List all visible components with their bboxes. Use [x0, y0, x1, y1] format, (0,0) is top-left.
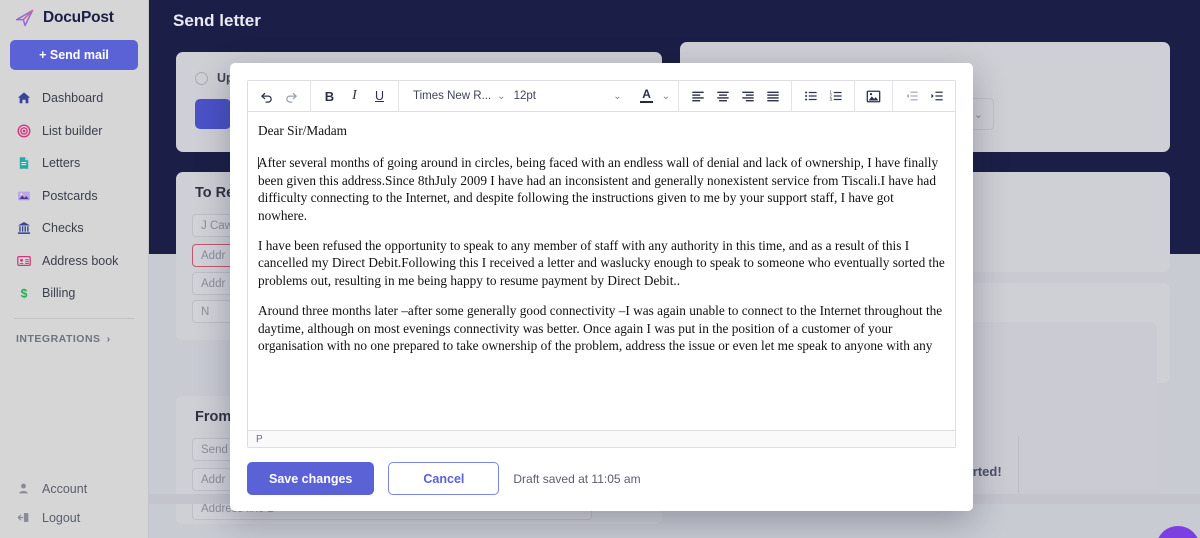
align-right-icon[interactable]	[735, 81, 760, 112]
outdent-icon[interactable]	[899, 81, 924, 112]
editor-statusbar: P	[248, 430, 955, 447]
text-color-button[interactable]: A	[638, 86, 656, 104]
insert-image-icon[interactable]	[861, 81, 886, 112]
sidebar-item-billing[interactable]: $ Billing	[0, 277, 148, 310]
font-group: Times New R... ⌄ 12pt ⌄ A ⌄	[399, 81, 679, 111]
app-root: Send letter Up To Re J Caw Addr Addr N F…	[0, 0, 1200, 538]
integrations-label: INTEGRATIONS	[16, 332, 101, 345]
underline-label: U	[374, 89, 385, 103]
rich-text-editor-modal: B I U Times New R... ⌄ 12pt ⌄ A ⌄ 1 2 3 …	[230, 63, 973, 511]
redo-icon[interactable]	[279, 81, 304, 112]
sidebar-item-checks[interactable]: Checks	[0, 212, 148, 245]
sidebar-item-logout[interactable]: Logout	[0, 503, 148, 532]
bank-icon	[16, 221, 31, 236]
sidebar-item-label: Checks	[42, 221, 84, 236]
font-size-value: 12pt	[513, 90, 536, 102]
sidebar-item-label: Billing	[42, 286, 76, 301]
dollar-icon: $	[16, 286, 31, 301]
align-justify-icon[interactable]	[760, 81, 785, 112]
align-center-icon[interactable]	[710, 81, 735, 112]
font-family-select[interactable]: Times New R... ⌄	[413, 81, 514, 112]
sidebar-item-label: Account	[42, 481, 88, 496]
chevron-down-icon: ⌄	[973, 109, 983, 121]
sidebar-item-integrations[interactable]: INTEGRATIONS ›	[0, 319, 148, 345]
sidebar-item-label: Address book	[42, 253, 119, 268]
sidebar: DocuPost + Send mail Dashboard List buil…	[0, 0, 149, 538]
panel-divider	[1018, 436, 1019, 502]
sidebar-item-list-builder[interactable]: List builder	[0, 115, 148, 148]
text-color-dropdown[interactable]: ⌄	[656, 81, 678, 112]
save-changes-button[interactable]: Save changes	[247, 462, 375, 495]
editor-toolbar: B I U Times New R... ⌄ 12pt ⌄ A ⌄ 1 2 3	[248, 81, 955, 112]
italic-label: I	[352, 88, 357, 103]
upload-file-button[interactable]	[195, 99, 231, 129]
align-left-icon[interactable]	[685, 81, 710, 112]
image-icon	[16, 188, 31, 203]
contact-card-icon	[16, 253, 31, 268]
insert-group	[855, 81, 893, 111]
font-size-select[interactable]: 12pt ⌄	[514, 81, 630, 112]
editor-paragraph-1-text: After several months of going around in …	[258, 155, 939, 223]
send-mail-button[interactable]: + Send mail	[10, 40, 138, 70]
user-icon	[16, 481, 31, 496]
sidebar-item-account[interactable]: Account	[0, 474, 148, 503]
list-group: 1 2 3	[792, 81, 855, 111]
element-path: P	[256, 433, 263, 445]
document-icon	[16, 156, 31, 171]
history-group	[248, 81, 311, 111]
numbered-list-icon[interactable]: 1 2 3	[823, 81, 848, 112]
sidebar-item-dashboard[interactable]: Dashboard	[0, 82, 148, 115]
chevron-right-icon: ›	[106, 332, 111, 345]
editor-content-area[interactable]: Dear Sir/Madam After several months of g…	[248, 112, 955, 430]
sidebar-bottom-nav: Account Logout	[0, 474, 148, 532]
from-heading: From	[195, 409, 232, 425]
sidebar-nav: Dashboard List builder Letters Postcards…	[0, 82, 148, 310]
upload-radio-row[interactable]: Up	[195, 71, 234, 85]
underline-button[interactable]: U	[367, 81, 392, 112]
alignment-group	[679, 81, 792, 111]
svg-text:3: 3	[829, 97, 832, 102]
font-family-value: Times New R...	[413, 90, 492, 102]
editor-paragraph-2: I have been refused the opportunity to s…	[258, 238, 945, 288]
editor-paragraph-1: After several months of going around in …	[258, 154, 945, 224]
sidebar-item-letters[interactable]: Letters	[0, 147, 148, 180]
editor-paragraph-3: Around three months later –after some ge…	[258, 303, 943, 354]
to-recipient-heading: To Re	[195, 185, 235, 201]
draft-status-text: Draft saved at 11:05 am	[513, 471, 641, 486]
text-style-group: B I U	[311, 81, 399, 111]
chevron-down-icon: ⌄	[497, 90, 506, 102]
bold-label: B	[324, 88, 335, 104]
editor-container: B I U Times New R... ⌄ 12pt ⌄ A ⌄ 1 2 3 …	[247, 80, 956, 448]
page-title: Send letter	[173, 11, 261, 30]
sidebar-item-label: Postcards	[42, 188, 98, 203]
sidebar-item-address-book[interactable]: Address book	[0, 245, 148, 278]
home-icon	[16, 91, 31, 106]
chevron-down-icon: ⌄	[613, 90, 622, 102]
bold-button[interactable]: B	[317, 81, 342, 112]
bullet-list-icon[interactable]	[798, 81, 823, 112]
chevron-down-icon: ⌄	[661, 90, 670, 102]
cancel-button[interactable]: Cancel	[388, 462, 500, 495]
target-icon	[16, 123, 31, 138]
svg-text:$: $	[20, 287, 27, 301]
sidebar-item-label: Logout	[42, 510, 81, 525]
italic-button[interactable]: I	[342, 81, 367, 112]
undo-icon[interactable]	[254, 81, 279, 112]
indent-icon[interactable]	[924, 81, 949, 112]
modal-footer: Save changes Cancel Draft saved at 11:05…	[230, 448, 973, 511]
indent-group	[893, 81, 955, 111]
chat-widget-button[interactable]	[1156, 526, 1200, 538]
text-color-swatch	[640, 100, 654, 104]
sidebar-item-label: Dashboard	[42, 91, 104, 106]
brand[interactable]: DocuPost	[0, 0, 148, 36]
sidebar-item-postcards[interactable]: Postcards	[0, 180, 148, 213]
radio-icon[interactable]	[195, 71, 208, 85]
sidebar-item-label: Letters	[42, 156, 81, 171]
logout-icon	[16, 510, 31, 525]
paper-plane-icon	[14, 8, 36, 28]
editor-salutation: Dear Sir/Madam	[258, 123, 347, 138]
brand-name: DocuPost	[43, 9, 114, 26]
text-color-label: A	[642, 86, 651, 101]
sidebar-item-label: List builder	[42, 123, 103, 138]
